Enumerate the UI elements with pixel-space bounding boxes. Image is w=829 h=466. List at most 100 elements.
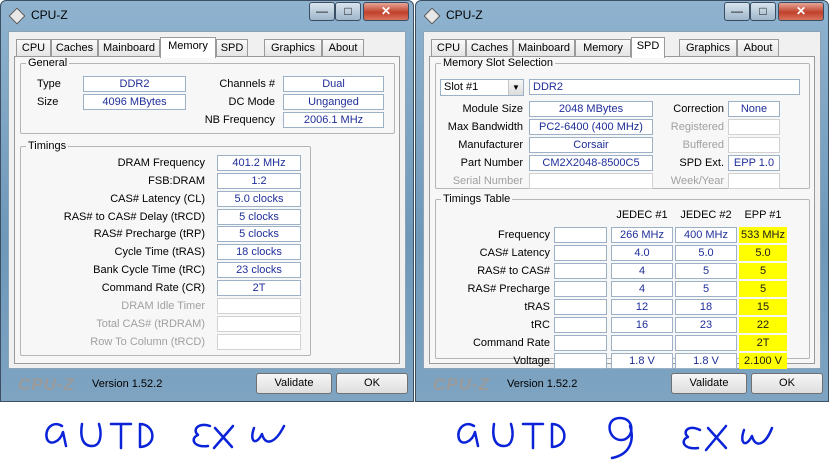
spd-ext-value: EPP 1.0 <box>728 155 780 171</box>
timings-cell-empty <box>554 281 607 297</box>
tab-mainboard[interactable]: Mainboard <box>513 39 575 57</box>
minimize-icon[interactable]: — <box>309 2 335 21</box>
timings-row-label: tRAS <box>524 301 550 313</box>
timing-label: Cycle Time (tRAS) <box>114 246 205 258</box>
timing-value: 5.0 clocks <box>217 191 301 207</box>
timing-label: Total CAS# (tRDRAM) <box>96 318 205 330</box>
timing-value <box>217 316 301 332</box>
cpuz-window-memory: CPU-Z — □ ✕ CPU Caches Mainboard Memory … <box>0 0 414 402</box>
timings-row-label: RAS# to CAS# <box>477 265 550 277</box>
tab-about[interactable]: About <box>322 39 364 57</box>
channels-value: Dual <box>283 76 384 92</box>
epp-cell-highlighted: 5 <box>739 263 787 279</box>
tab-spd[interactable]: SPD <box>631 37 665 58</box>
timings-row-label: CAS# Latency <box>479 247 550 259</box>
epp-cell-highlighted: 15 <box>739 299 787 315</box>
close-icon[interactable]: ✕ <box>778 2 824 21</box>
manufacturer-label: Manufacturer <box>458 139 523 151</box>
maximize-icon[interactable]: □ <box>335 2 361 21</box>
cpuz-app-icon <box>8 7 26 25</box>
tab-caches[interactable]: Caches <box>51 39 98 57</box>
validate-button[interactable]: Validate <box>256 373 332 394</box>
timing-value: 1:2 <box>217 173 301 189</box>
jedec-cell: 23 <box>675 317 737 333</box>
slot-select[interactable]: Slot #1 ▼ <box>440 79 524 96</box>
slot-type-value: DDR2 <box>529 79 800 95</box>
timing-value <box>217 298 301 314</box>
general-legend: General <box>28 57 68 69</box>
title-bar[interactable]: CPU-Z — □ ✕ <box>416 1 828 29</box>
nbfreq-value: 2006.1 MHz <box>283 112 384 128</box>
tab-graphics[interactable]: Graphics <box>679 39 737 57</box>
timings-row-label: Frequency <box>498 229 550 241</box>
ok-button[interactable]: OK <box>751 373 823 394</box>
timings-cell-empty <box>554 263 607 279</box>
chevron-down-icon[interactable]: ▼ <box>508 80 523 95</box>
epp-cell-highlighted: 22 <box>739 317 787 333</box>
window-footer: CPU-Z Version 1.52.2 Validate OK <box>423 369 823 399</box>
max-bandwidth-label: Max Bandwidth <box>447 121 523 133</box>
jedec-cell: 16 <box>611 317 673 333</box>
registered-label: Registered <box>670 121 724 133</box>
timings-row-label: tRC <box>531 319 550 331</box>
type-label: Type <box>37 78 61 90</box>
ok-button[interactable]: OK <box>336 373 408 394</box>
size-value: 4096 MBytes <box>83 94 186 110</box>
jedec-cell: 4.0 <box>611 245 673 261</box>
jedec-cell: 4 <box>611 263 673 279</box>
maximize-icon[interactable]: □ <box>750 2 776 21</box>
cpuz-brand-logo: CPU-Z <box>433 375 490 394</box>
timing-value: 18 clocks <box>217 244 301 260</box>
manufacturer-value: Corsair <box>529 137 653 153</box>
timing-value: 23 clocks <box>217 262 301 278</box>
timings-row-label: Voltage <box>513 355 550 367</box>
tab-spd[interactable]: SPD <box>216 39 248 57</box>
tab-cpu[interactable]: CPU <box>431 39 466 57</box>
spd-ext-label: SPD Ext. <box>679 157 724 169</box>
tab-graphics[interactable]: Graphics <box>264 39 322 57</box>
tab-memory[interactable]: Memory <box>160 37 216 58</box>
close-icon[interactable]: ✕ <box>363 2 409 21</box>
spd-panel: Memory Slot Selection Slot #1 ▼ DDR2 Mod… <box>429 56 815 369</box>
dcmode-label: DC Mode <box>228 96 275 108</box>
epp-cell-highlighted: 5.0 <box>739 245 787 261</box>
timing-label: Row To Column (tRCD) <box>90 336 205 348</box>
timing-value: 5 clocks <box>217 226 301 242</box>
timing-label: Bank Cycle Time (tRC) <box>93 264 205 276</box>
jedec-cell: 1.8 V <box>611 353 673 369</box>
tab-caches[interactable]: Caches <box>466 39 513 57</box>
timings-cell-empty <box>554 299 607 315</box>
title-bar[interactable]: CPU-Z — □ ✕ <box>1 1 413 29</box>
timing-value: 5 clocks <box>217 209 301 225</box>
week-year-label: Week/Year <box>670 175 724 187</box>
timings-row-label: RAS# Precharge <box>467 283 550 295</box>
correction-label: Correction <box>673 103 724 115</box>
week-year-value <box>728 173 780 189</box>
channels-label: Channels # <box>219 78 275 90</box>
buffered-value <box>728 137 780 153</box>
jedec-cell: 4 <box>611 281 673 297</box>
serial-number-label: Serial Number <box>452 175 523 187</box>
type-value: DDR2 <box>83 76 186 92</box>
tab-mainboard[interactable]: Mainboard <box>98 39 160 57</box>
nbfreq-label: NB Frequency <box>204 114 275 126</box>
epp-cell-highlighted: 533 MHz <box>739 227 787 243</box>
jedec-cell: 266 MHz <box>611 227 673 243</box>
registered-value <box>728 119 780 135</box>
tab-cpu[interactable]: CPU <box>16 39 51 57</box>
column-header: JEDEC #1 <box>616 209 668 221</box>
part-number-label: Part Number <box>460 157 523 169</box>
cpuz-window-spd: CPU-Z — □ ✕ CPU Caches Mainboard Memory … <box>415 0 829 402</box>
minimize-icon[interactable]: — <box>724 2 750 21</box>
validate-button[interactable]: Validate <box>671 373 747 394</box>
size-label: Size <box>37 96 59 108</box>
column-header: EPP #1 <box>744 209 782 221</box>
tab-memory[interactable]: Memory <box>575 39 631 57</box>
module-size-label: Module Size <box>462 103 523 115</box>
timing-label: CAS# Latency (CL) <box>110 193 205 205</box>
timings-cell-empty <box>554 353 607 369</box>
max-bandwidth-value: PC2-6400 (400 MHz) <box>529 119 653 135</box>
tab-about[interactable]: About <box>737 39 779 57</box>
jedec-cell: 5 <box>675 281 737 297</box>
window-title: CPU-Z <box>31 8 68 22</box>
